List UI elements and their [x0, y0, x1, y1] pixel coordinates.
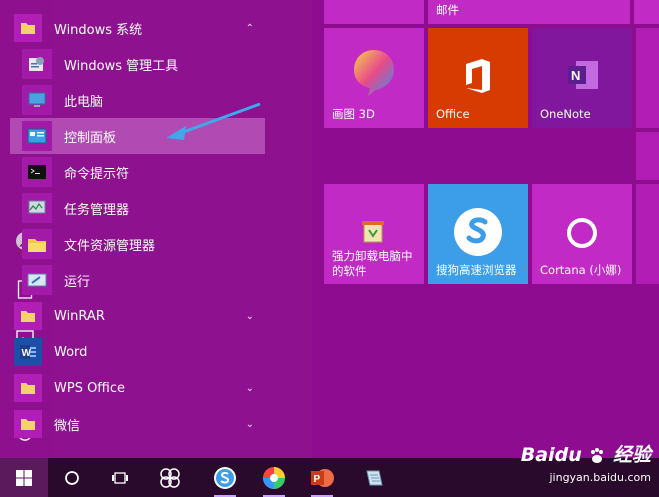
chevron-up-icon: ⌃: [245, 22, 254, 34]
tile-uninstall-software[interactable]: 强力卸载电脑中 的软件: [324, 184, 424, 284]
list-item-file-explorer[interactable]: 文件资源管理器: [22, 226, 312, 262]
chevron-down-icon: ⌄: [245, 310, 254, 322]
list-item-word[interactable]: W Word: [14, 334, 304, 370]
list-item-label: 文件资源管理器: [64, 238, 156, 254]
file-explorer-icon: [22, 229, 52, 259]
list-item-label: 运行: [64, 274, 91, 290]
task-manager-icon: [22, 193, 52, 223]
folder-icon: [14, 302, 42, 330]
watermark-brand: Baidu: [520, 444, 582, 466]
paw-icon: [591, 447, 604, 463]
folder-icon: [14, 374, 42, 402]
watermark-url: jingyan.baidu.com: [549, 471, 651, 484]
tile-left-top[interactable]: [324, 0, 424, 24]
folder-winrar[interactable]: WinRAR ⌄: [14, 298, 304, 334]
tile-paint-3d[interactable]: 画图 3D: [324, 28, 424, 128]
tile-onenote[interactable]: N OneNote: [532, 28, 632, 128]
list-item-task-manager[interactable]: 任务管理器: [22, 190, 312, 226]
folder-wps-office[interactable]: WPS Office ⌄: [14, 370, 304, 406]
powerpoint-icon[interactable]: P: [308, 464, 336, 497]
folder-wps-label: WPS Office: [54, 380, 126, 396]
control-panel-icon: [22, 121, 52, 151]
svg-text:N: N: [571, 68, 580, 83]
tile-partial-right[interactable]: [636, 28, 659, 128]
annotation-arrow-icon: [166, 102, 261, 140]
command-prompt-icon: [22, 157, 52, 187]
list-item-label: Windows 管理工具: [64, 58, 179, 74]
word-icon: W: [14, 338, 42, 366]
tile-partial-right-2[interactable]: [636, 132, 659, 180]
folder-windows-system[interactable]: Windows 系统 ⌃: [14, 10, 304, 46]
tile-label: 画图 3D: [332, 107, 375, 121]
list-item-run[interactable]: 运行: [22, 262, 312, 298]
onenote-icon: N: [568, 61, 598, 89]
tile-label: Office: [436, 107, 470, 121]
list-item-label: 命令提示符: [64, 166, 130, 182]
folder-wechat-label: 微信: [54, 418, 81, 434]
sogou-browser-icon: [454, 208, 502, 256]
colorful-app-icon[interactable]: [260, 464, 288, 497]
sogou-taskbar-icon[interactable]: [211, 464, 239, 497]
paint-3d-icon: [354, 50, 394, 96]
word-label: Word: [54, 344, 88, 360]
watermark-logo: Baidu 经验: [501, 440, 651, 467]
cortana-search-icon[interactable]: [58, 464, 86, 492]
cortana-icon: [567, 218, 597, 248]
tile-mail[interactable]: 邮件: [428, 0, 630, 24]
chevron-down-icon: ⌄: [245, 382, 254, 394]
svg-text:P: P: [314, 474, 321, 485]
office-icon: [466, 59, 490, 93]
notepad-app-icon[interactable]: [360, 464, 388, 492]
folder-icon: [14, 14, 42, 42]
task-view-icon[interactable]: [106, 464, 134, 492]
pinwheel-app-icon[interactable]: [156, 464, 184, 492]
recycle-bin-icon: [362, 221, 384, 243]
run-icon: [22, 265, 52, 295]
tile-label: 邮件: [436, 3, 459, 17]
tile-label: 搜狗高速浏览器: [436, 263, 517, 277]
tile-partial-right-3[interactable]: [636, 184, 659, 284]
list-item-label: 此电脑: [64, 94, 104, 110]
tile-partial-top[interactable]: [634, 0, 659, 24]
windows-logo-icon: [16, 469, 32, 486]
tile-label: 强力卸载电脑中 的软件: [332, 249, 413, 279]
start-button[interactable]: [0, 458, 48, 497]
tile-label-line1: 强力卸载电脑中: [332, 249, 413, 263]
folder-icon: [14, 410, 42, 438]
watermark-brand-cn: 经验: [612, 444, 651, 466]
tile-sogou-browser[interactable]: 搜狗高速浏览器: [428, 184, 528, 284]
list-item-label: 控制面板: [64, 130, 117, 146]
svg-text:W: W: [22, 348, 32, 359]
list-item-command-prompt[interactable]: 命令提示符: [22, 154, 312, 190]
tile-label: OneNote: [540, 107, 591, 121]
folder-windows-label: Windows 系统: [54, 22, 143, 38]
baidu-jingyan-watermark: Baidu 经验 jingyan.baidu.com: [501, 440, 651, 492]
tile-cortana[interactable]: Cortana (小娜): [532, 184, 632, 284]
list-item-label: 任务管理器: [64, 202, 130, 218]
folder-winrar-label: WinRAR: [54, 308, 105, 324]
tile-label: Cortana (小娜): [540, 263, 622, 277]
tile-office[interactable]: Office: [428, 28, 528, 128]
folder-wechat[interactable]: 微信 ⌄: [14, 406, 304, 442]
list-item-windows-admin-tools[interactable]: Windows 管理工具: [22, 46, 312, 82]
tile-label-line2: 的软件: [332, 264, 367, 278]
chevron-down-icon: ⌄: [245, 418, 254, 430]
admin-tools-icon: [22, 49, 52, 79]
computer-icon: [22, 85, 52, 115]
